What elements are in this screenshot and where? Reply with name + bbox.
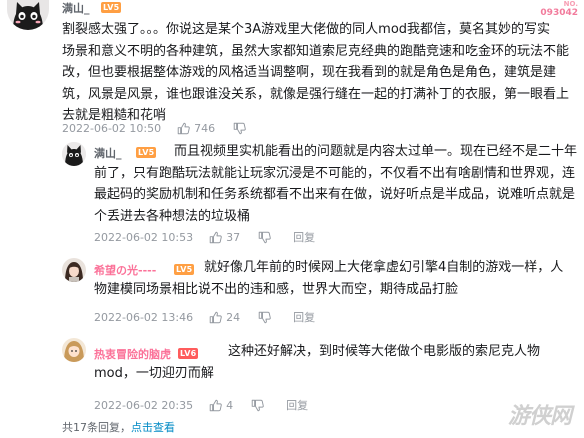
comment-line: 筑，风景是风景，谁也跟谁没关系，就像是强行缝在一起的打满补丁的衣服，第一眼看上 <box>62 86 570 102</box>
view-more-link[interactable]: 点击查看 <box>131 421 175 434</box>
reply-line: 个丢进去各种想法的垃圾桶 <box>94 208 251 224</box>
avatar[interactable] <box>62 142 86 166</box>
black-cat-avatar-icon <box>7 0 49 30</box>
view-more-replies: 共17条回复，点击查看 <box>62 419 175 435</box>
girl-avatar-icon <box>62 258 86 282</box>
dislike-button[interactable] <box>233 122 250 135</box>
watermark-logo: 游侠网 <box>508 403 572 429</box>
timestamp: 2022-06-02 10:53 <box>94 230 194 244</box>
avatar[interactable] <box>62 258 86 282</box>
like-button[interactable]: 4 <box>209 399 233 412</box>
thumb-down-icon <box>258 311 271 323</box>
reply-count-text: 共17条回复， <box>62 421 131 434</box>
thumb-up-icon <box>209 231 222 243</box>
like-count: 4 <box>226 398 234 412</box>
reply-button[interactable]: 回复 <box>293 229 315 245</box>
like-count: 746 <box>194 122 216 135</box>
anime-avatar-icon <box>62 338 86 362</box>
like-button[interactable]: 24 <box>209 311 240 324</box>
username[interactable]: 满山_ <box>62 0 90 16</box>
black-cat-avatar-icon <box>62 142 86 166</box>
reply-meta: 2022-06-02 10:53 37 回复 <box>94 229 333 245</box>
reply-line: 这种还好解决，到时候等大佬做个电影版的索尼克人物 <box>228 344 541 359</box>
timestamp: 2022-06-02 20:35 <box>94 398 194 412</box>
reply-line: mod，一切迎刃而解 <box>94 365 214 381</box>
comment-text: 割裂感太强了。。。你说这是某个3A游戏里大佬做的同人mod我都信，莫名其妙的写实… <box>62 19 582 127</box>
thumb-up-icon <box>209 399 222 411</box>
reply-meta: 2022-06-02 13:46 24 回复 <box>94 309 333 325</box>
fan-badge-number: 093042 <box>540 8 578 18</box>
thumb-down-icon <box>251 399 264 411</box>
reply-text: 这种还好解决，到时候等大佬做个电影版的索尼克人物 mod，一切迎刃而解 <box>94 341 582 384</box>
reply-line: 而且视频里实机能看出的问题就是内容太过单一。现在已经不是二十年 <box>174 144 578 159</box>
comment-line: 场景和意义不明的各种建筑，虽然大家都知道索尼克经典的跑酷竞速和吃金环的玩法不能 <box>62 43 570 59</box>
reply-line: 最起码的奖励机制和任务系统都看不出来有在做，说好听点是半成品，说难听点就是 <box>94 187 576 203</box>
like-button[interactable]: 746 <box>177 122 215 135</box>
thumb-up-icon <box>177 122 190 135</box>
reply-line: 前了，只有跑酷玩法就能让玩家沉浸是不可能的，不仅看不出有啥剧情和世界观，连 <box>94 165 576 181</box>
comment-line: 改，但也要根据整体游戏的风格适当调整啊，现在我看到的就是角色是角色，建筑是建 <box>62 65 557 81</box>
reply-text: 就好像几年前的时候网上大佬拿虚幻引擎4自制的游戏一样，人 物建模同场景相比说不出… <box>94 257 582 300</box>
thumb-down-icon <box>233 122 246 135</box>
level-badge: LV5 <box>101 2 122 13</box>
dislike-button[interactable] <box>258 311 275 324</box>
avatar[interactable] <box>7 0 49 30</box>
reply-line: 就好像几年前的时候网上大佬拿虚幻引擎4自制的游戏一样，人 <box>204 260 564 275</box>
avatar[interactable] <box>62 338 86 362</box>
reply-line: 物建模同场景相比说不出的违和感，世界大而空，期待成品打脸 <box>94 281 459 297</box>
reply-meta: 2022-06-02 20:35 4 回复 <box>94 397 326 413</box>
thumb-up-icon <box>209 311 222 323</box>
comment-line: 割裂感太强了。。。你说这是某个3A游戏里大佬做的同人mod我都信，莫名其妙的写实 <box>62 22 551 37</box>
reply-button[interactable]: 回复 <box>286 397 308 413</box>
comment-meta: 2022-06-02 10:50 746 <box>62 122 268 135</box>
dislike-button[interactable] <box>251 399 268 412</box>
timestamp: 2022-06-02 13:46 <box>94 310 194 324</box>
thumb-down-icon <box>258 231 271 243</box>
reply-text: 而且视频里实机能看出的问题就是内容太过单一。现在已经不是二十年 前了，只有跑酷玩… <box>94 141 582 227</box>
reply-button[interactable]: 回复 <box>293 309 315 325</box>
like-button[interactable]: 37 <box>209 231 240 244</box>
like-count: 24 <box>226 310 241 324</box>
fan-badge-line1: NO. <box>563 0 578 8</box>
timestamp: 2022-06-02 10:50 <box>62 122 162 135</box>
dislike-button[interactable] <box>258 231 275 244</box>
like-count: 37 <box>226 230 241 244</box>
